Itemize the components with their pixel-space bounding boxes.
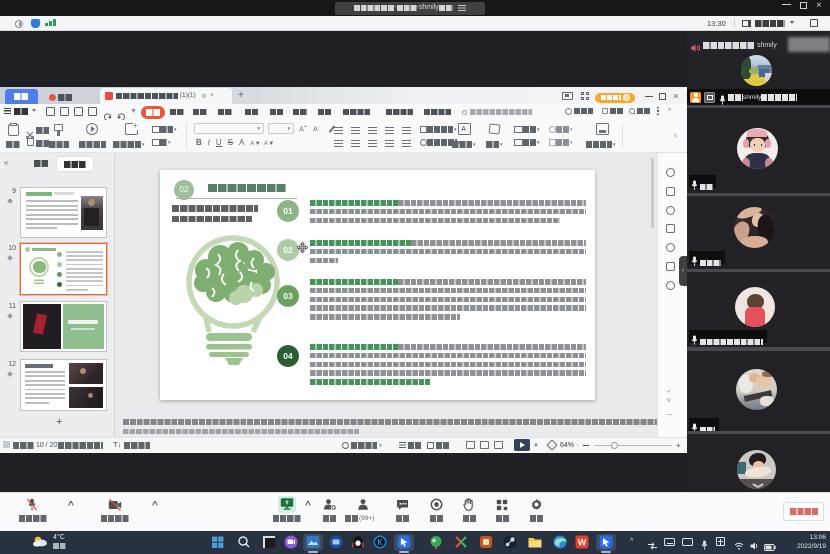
svg-text:K: K [377,538,383,547]
svg-text:W: W [578,538,587,548]
